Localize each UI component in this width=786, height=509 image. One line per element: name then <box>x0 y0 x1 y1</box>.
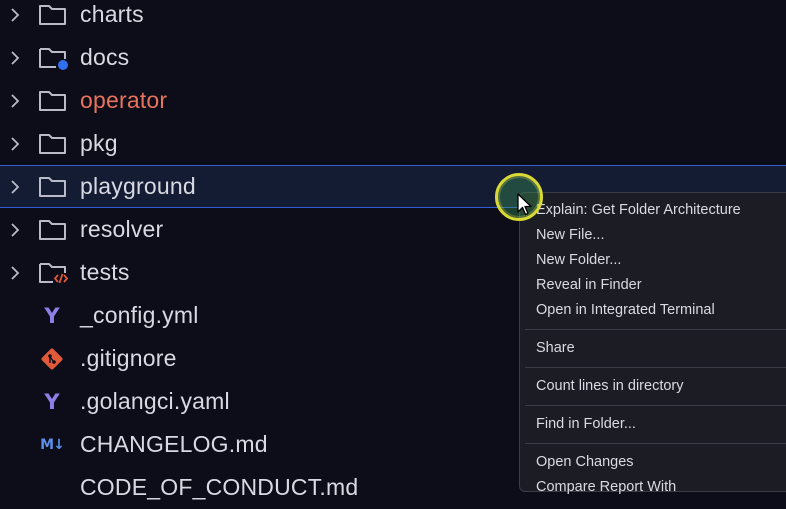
chevron-right-icon[interactable] <box>7 50 23 66</box>
tree-item-label: .gitignore <box>80 344 177 371</box>
menu-item-reveal-in-finder[interactable]: Reveal in Finder <box>520 273 786 298</box>
chevron-right-icon[interactable] <box>7 179 23 195</box>
chevron-right-icon[interactable] <box>7 222 23 238</box>
tree-item-label: resolver <box>80 215 164 242</box>
menu-item-count-lines[interactable]: Count lines in directory <box>520 374 786 399</box>
menu-item-share[interactable]: Share <box>520 336 786 361</box>
folder-code-icon <box>39 262 68 283</box>
folder-icon <box>39 4 66 25</box>
tree-item-label: operator <box>80 86 168 113</box>
folder-icon <box>39 176 66 197</box>
menu-separator <box>525 367 786 368</box>
tree-item-label: pkg <box>80 129 118 156</box>
markdown-file-icon: M↓ <box>40 436 65 453</box>
tree-item-label: CODE_OF_CONDUCT.md <box>80 473 359 500</box>
menu-separator <box>525 329 786 330</box>
tree-item-label: CHANGELOG.md <box>80 430 268 457</box>
tree-item-docs[interactable]: docs <box>0 36 786 79</box>
menu-item-open-changes[interactable]: Open Changes <box>520 450 786 475</box>
tree-item-label: tests <box>80 258 130 285</box>
yaml-file-icon: Y <box>44 389 60 414</box>
tree-item-label: .golangci.yaml <box>80 387 230 414</box>
tree-item-label: docs <box>80 43 130 70</box>
tree-item-pkg[interactable]: pkg <box>0 122 786 165</box>
tree-item-operator[interactable]: operator <box>0 79 786 122</box>
yaml-file-icon: Y <box>44 303 60 328</box>
menu-item-new-folder[interactable]: New Folder... <box>520 248 786 273</box>
tree-item-label: playground <box>80 172 196 199</box>
folder-icon <box>39 133 66 154</box>
folder-icon <box>39 90 66 111</box>
menu-item-compare-report[interactable]: Compare Report With <box>520 475 786 500</box>
menu-item-explain-folder-architecture[interactable]: Explain: Get Folder Architecture <box>520 198 786 223</box>
menu-separator <box>525 405 786 406</box>
chevron-right-icon[interactable] <box>7 7 23 23</box>
menu-item-open-in-terminal[interactable]: Open in Integrated Terminal <box>520 298 786 323</box>
folder-icon <box>39 219 66 240</box>
chevron-right-icon[interactable] <box>7 265 23 281</box>
tree-item-charts[interactable]: charts <box>0 0 786 36</box>
git-icon <box>41 348 63 369</box>
menu-separator <box>525 443 786 444</box>
menu-item-new-file[interactable]: New File... <box>520 223 786 248</box>
tree-item-label: charts <box>80 0 144 27</box>
folder-with-dot-icon <box>39 47 68 70</box>
tree-item-label: _config.yml <box>80 301 199 328</box>
mouse-pointer-icon <box>517 193 532 216</box>
chevron-right-icon[interactable] <box>7 93 23 109</box>
chevron-right-icon[interactable] <box>7 136 23 152</box>
menu-item-find-in-folder[interactable]: Find in Folder... <box>520 412 786 437</box>
context-menu: Explain: Get Folder Architecture New Fil… <box>519 192 786 495</box>
